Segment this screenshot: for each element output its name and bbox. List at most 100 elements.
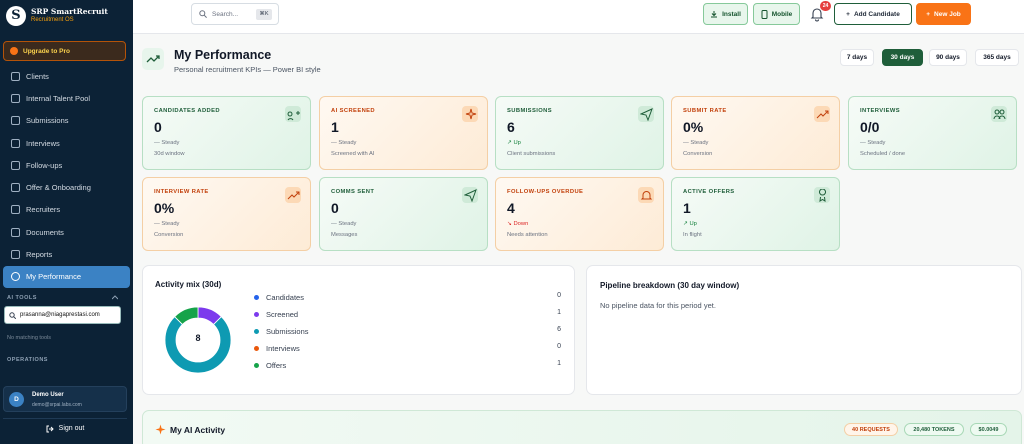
kpi-trend: — Steady <box>683 140 709 146</box>
kpi-card-interviews[interactable]: INTERVIEWS 0/0 — Steady Scheduled / done <box>848 96 1017 170</box>
sidebar-item-submissions[interactable]: Submissions <box>3 110 130 132</box>
kpi-trend: — Steady <box>154 140 180 146</box>
kpi-card-follow-ups-overdue[interactable]: FOLLOW-UPS OVERDUE 4 ↘ Down Needs attention <box>495 177 664 251</box>
kpi-card-interview-rate[interactable]: INTERVIEW RATE 0% — Steady Conversion <box>142 177 311 251</box>
legend-item-interviews: Interviews 0 <box>254 342 561 354</box>
kpi-label: CANDIDATES ADDED <box>154 108 220 114</box>
rocket-icon <box>10 47 18 55</box>
send-icon <box>638 106 654 122</box>
kpi-note: Messages <box>331 232 358 238</box>
user-card[interactable]: D Demo User demo@srpai.labs.com <box>3 386 127 412</box>
brand[interactable]: S SRP SmartRecruit Recruitment OS <box>0 0 133 34</box>
sidebar-item-label: Recruiters <box>26 205 61 215</box>
kpi-card-active-offers[interactable]: ACTIVE OFFERS 1 ↗ Up In flight <box>671 177 840 251</box>
cost-pill: $0.0049 <box>970 423 1007 436</box>
search-icon <box>9 311 16 319</box>
users-icon <box>991 106 1007 122</box>
donut-slice-submissions <box>164 316 232 374</box>
sidebar-item-label: Clients <box>26 71 49 81</box>
bell-icon <box>638 187 654 203</box>
plus-icon: + <box>846 10 850 18</box>
sidebar-item-label: Documents <box>26 227 64 237</box>
trending-up-icon <box>814 106 830 122</box>
kpi-card-comms-sent[interactable]: COMMS SENT 0 — Steady Messages <box>319 177 488 251</box>
kpi-note: Client submissions <box>507 151 556 157</box>
kpi-card-candidates-added[interactable]: CANDIDATES ADDED 0 — Steady 30d window <box>142 96 311 170</box>
requests-pill: 40 REQUESTS <box>844 423 898 436</box>
kpi-trend: ↗ Up <box>683 221 697 227</box>
new-job-button[interactable]: + New Job <box>916 3 971 25</box>
kpi-note: Conversion <box>683 151 713 157</box>
sidebar-item-recruiters[interactable]: Recruiters <box>3 199 130 221</box>
sidebar-item-follow-ups[interactable]: Follow-ups <box>3 154 130 176</box>
sidebar-item-clients[interactable]: Clients <box>3 65 130 87</box>
calendar-icon <box>11 138 20 148</box>
file-icon <box>11 227 20 237</box>
kpi-label: INTERVIEWS <box>860 108 900 114</box>
operations-heading: OPERATIONS <box>7 357 48 363</box>
award-icon <box>814 187 830 203</box>
install-label: Install <box>722 10 741 18</box>
sign-out-button[interactable]: Sign out <box>3 418 127 438</box>
kpi-trend: — Steady <box>860 140 886 146</box>
kpi-note: In flight <box>683 232 702 238</box>
sidebar-item-my-performance[interactable]: My Performance <box>3 265 130 288</box>
mobile-button[interactable]: Mobile <box>753 3 800 25</box>
range-90-days[interactable]: 90 days <box>929 49 967 66</box>
kpi-label: ACTIVE OFFERS <box>683 189 735 195</box>
upgrade-label: Upgrade to Pro <box>23 47 70 55</box>
trending-up-icon <box>285 187 301 203</box>
kpi-card-submit-rate[interactable]: SUBMIT RATE 0% — Steady Conversion <box>671 96 840 170</box>
trending-up-icon <box>142 48 164 70</box>
smartphone-icon <box>761 9 768 19</box>
sidebar-item-reports[interactable]: Reports <box>3 243 130 265</box>
user-name: Demo User <box>32 392 64 398</box>
range-30-days[interactable]: 30 days <box>882 49 923 66</box>
avatar: D <box>9 392 24 407</box>
sign-out-label: Sign out <box>58 425 85 432</box>
sidebar-nav: Clients Internal Talent Pool Submissions In… <box>0 65 133 288</box>
mobile-label: Mobile <box>771 10 793 18</box>
sidebar-item-interviews[interactable]: Interviews <box>3 132 130 154</box>
pipeline-panel: Pipeline breakdown (30 day window) No pi… <box>586 265 1022 395</box>
sidebar-item-internal-talent-pool[interactable]: Internal Talent Pool <box>3 87 130 109</box>
install-button[interactable]: Install <box>703 3 748 25</box>
kpi-trend: ↗ Up <box>507 140 521 146</box>
kpi-value: 1 <box>683 200 691 216</box>
kpi-label: INTERVIEW RATE <box>154 189 209 195</box>
ai-tools-search-input[interactable]: prasanna@niagaprestasi.com <box>4 306 121 324</box>
add-candidate-button[interactable]: + Add Candidate <box>834 3 912 25</box>
legend-color-dot <box>254 328 259 334</box>
global-search-input[interactable]: Search... ⌘K <box>191 3 279 25</box>
kpi-value: 0 <box>331 200 339 216</box>
page-title: My Performance <box>174 48 272 62</box>
activity-mix-panel: Activity mix (30d) 8 Candidates 0 Screened… <box>142 265 575 395</box>
kpi-value: 6 <box>507 119 515 135</box>
range-365-days[interactable]: 365 days <box>975 49 1019 66</box>
download-icon <box>711 11 718 18</box>
brand-subtitle: Recruitment OS <box>31 17 74 23</box>
kpi-card-submissions[interactable]: SUBMISSIONS 6 ↗ Up Client submissions <box>495 96 664 170</box>
kpi-note: Scheduled / done <box>860 151 906 157</box>
sidebar-item-documents[interactable]: Documents <box>3 221 130 243</box>
ai-activity-title: My AI Activity <box>170 425 226 435</box>
pipeline-empty-message: No pipeline data for this period yet. <box>600 301 716 310</box>
upgrade-button[interactable]: Upgrade to Pro <box>3 41 126 61</box>
legend-count: 0 <box>557 292 561 299</box>
ai-tools-search-value: prasanna@niagaprestasi.com <box>20 312 100 318</box>
keyboard-shortcut-badge: ⌘K <box>256 9 272 20</box>
kpi-note: 30d window <box>154 151 185 157</box>
kpi-value: 0/0 <box>860 119 880 135</box>
kpi-card-ai-screened[interactable]: AI SCREENED 1 — Steady Screened with AI <box>319 96 488 170</box>
sparkle-icon <box>155 424 166 435</box>
kpi-trend: — Steady <box>331 140 357 146</box>
sidebar-item-offer-onboarding[interactable]: Offer & Onboarding <box>3 176 130 198</box>
range-7-days[interactable]: 7 days <box>840 49 874 66</box>
legend-count: 6 <box>557 326 561 333</box>
search-placeholder: Search... <box>212 10 239 18</box>
legend-label: Submissions <box>266 326 309 336</box>
legend-item-offers: Offers 1 <box>254 359 561 371</box>
legend-color-dot <box>254 362 259 368</box>
chevron-up-icon[interactable] <box>112 295 118 300</box>
activity-mix-title: Activity mix (30d) <box>155 280 222 289</box>
